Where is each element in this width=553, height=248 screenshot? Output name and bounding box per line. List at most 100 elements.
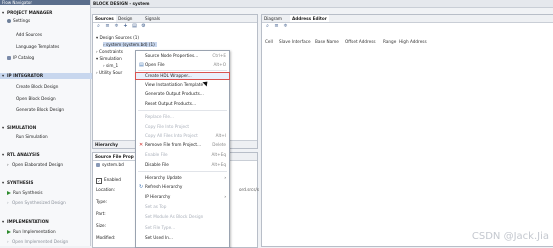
nav-generate-block-design[interactable]: Generate Block Design — [0, 107, 106, 113]
menu-set-module-as-block-design[interactable]: Set Module As Block Design — [136, 214, 229, 220]
prop-type-label: Type: — [96, 199, 108, 204]
nav-open-elaborated-label: Open Elaborated Design — [12, 162, 64, 167]
nav-project-manager[interactable]: ▾ PROJECT MANAGER — [0, 10, 92, 16]
add-icon[interactable]: + — [123, 24, 128, 29]
watermark: CSDN @Jack.Jia — [471, 231, 549, 242]
tree-simulation[interactable]: ▾ Simulation — [96, 56, 122, 61]
nav-run-simulation[interactable]: Run Simulation — [0, 134, 106, 140]
tab-diagram[interactable]: Diagram — [262, 15, 284, 22]
menu-item-label: Set as Top — [145, 204, 167, 209]
expand-all-icon[interactable]: ≑ — [114, 24, 119, 29]
menu-create-hdl-wrapper[interactable]: Create HDL Wrapper... — [135, 72, 230, 80]
tree-system-bd[interactable]: › system (system.bd) (1) — [103, 42, 157, 47]
menu-item-label: Hierarchy Update — [145, 175, 182, 180]
expand-all-icon[interactable]: ≑ — [283, 24, 288, 29]
nav-open-implemented[interactable]: › Open Implemented Design — [0, 239, 97, 245]
menu-item-shortcut: Alt+I — [215, 133, 226, 138]
menu-view-instantiation-template[interactable]: View Instantiation Template — [136, 82, 229, 88]
menu-hierarchy-update[interactable]: Hierarchy Update › — [136, 175, 229, 181]
nav-add-sources-label: Add Sources — [16, 32, 43, 37]
tab-design[interactable]: Design — [116, 15, 134, 22]
col-offset-address[interactable]: Offset Address — [345, 39, 376, 45]
nav-run-simulation-label: Run Simulation — [16, 134, 48, 139]
diagram-tabs: Diagram Address Editor — [262, 15, 553, 23]
nav-settings[interactable]: Settings — [0, 18, 97, 24]
nav-language-templates[interactable]: Language Templates — [0, 44, 106, 50]
menu-set-file-type[interactable]: Set File Type... — [136, 225, 229, 231]
prop-part-label: Part: — [96, 211, 106, 216]
nav-settings-label: Settings — [13, 18, 31, 23]
col-range[interactable]: Range — [383, 39, 396, 45]
menu-item-label: Copy File Into Project — [145, 124, 190, 129]
menu-open-file[interactable]: ▤ Open File Alt+O — [136, 62, 229, 68]
nav-rtl-analysis[interactable]: ▾ RTL ANALYSIS — [0, 152, 92, 158]
nav-open-implemented-label: Open Implemented Design — [12, 239, 69, 244]
menu-ip-hierarchy[interactable]: IP Hierarchy › — [136, 194, 229, 200]
menu-copy-file-into-project[interactable]: Copy File Into Project — [136, 124, 229, 130]
properties-icon[interactable]: ▤ — [132, 24, 137, 29]
nav-open-block-design[interactable]: Open Block Design — [0, 96, 106, 102]
nav-run-synthesis[interactable]: Run Synthesis — [0, 190, 97, 196]
tree-utility-sources[interactable]: › Utility Sour — [96, 70, 122, 75]
flow-navigator: Flow Navigator ▾ PROJECT MANAGER Settings… — [0, 0, 92, 246]
tree-design-sources[interactable]: ▾ Design Sources (1) — [96, 35, 139, 40]
nav-run-synthesis-label: Run Synthesis — [13, 190, 43, 195]
run-icon — [7, 191, 11, 195]
nav-open-synthesized[interactable]: › Open Synthesized Design — [0, 200, 97, 206]
nav-ip-catalog[interactable]: IP Catalog — [0, 55, 97, 61]
menu-refresh-hierarchy[interactable]: ↻ Refresh Hierarchy — [136, 184, 229, 190]
tab-address-editor[interactable]: Address Editor — [290, 15, 329, 22]
nav-simulation[interactable]: ▾ SIMULATION — [0, 125, 92, 131]
nav-run-implementation-label: Run Implementation — [13, 229, 56, 234]
nav-generate-block-design-label: Generate Block Design — [16, 107, 65, 112]
menu-generate-output-products[interactable]: Generate Output Products... — [136, 91, 229, 97]
tree-sim1-label: sim_1 — [106, 63, 119, 68]
sources-toolbar: ⌕ ≡ ≑ + ▤ ⚙ — [93, 23, 257, 30]
nav-create-block-design[interactable]: Create Block Design — [0, 84, 106, 90]
tab-hierarchy[interactable]: Hierarchy — [93, 142, 118, 147]
prop-location-label: Location: — [96, 187, 116, 192]
collapse-all-icon[interactable]: ≡ — [274, 24, 279, 29]
menu-item-label: Copy All Files Into Project — [145, 133, 198, 138]
checkbox-icon: ✓ — [96, 178, 102, 184]
enabled-checkbox[interactable]: ✓ Enabled — [96, 176, 121, 184]
menu-item-label: Set Used In... — [145, 235, 173, 240]
col-slave-interface[interactable]: Slave Interface — [279, 39, 311, 45]
nav-open-elaborated[interactable]: › Open Elaborated Design — [0, 162, 97, 168]
tree-sim1[interactable]: › sim_1 — [103, 63, 118, 68]
menu-reset-output-products[interactable]: Reset Output Products... — [136, 101, 229, 107]
nav-ip-integrator[interactable]: ▾ IP INTEGRATOR — [0, 73, 92, 79]
nav-synthesis[interactable]: ▾ SYNTHESIS — [0, 180, 92, 186]
tab-sources[interactable]: Sources — [93, 15, 116, 22]
menu-copy-all-files[interactable]: Copy All Files Into Project Alt+I — [136, 133, 229, 139]
menu-item-shortcut: Alt+O — [213, 62, 226, 67]
menu-separator — [138, 171, 227, 172]
menu-replace-file[interactable]: Replace File... — [136, 114, 229, 120]
prop-size-label: Size: — [96, 223, 107, 228]
menu-disable-file[interactable]: Disable File Alt+Eq — [136, 162, 229, 168]
search-icon[interactable]: ⌕ — [265, 24, 270, 29]
collapse-all-icon[interactable]: ≡ — [105, 24, 110, 29]
menu-set-used-in[interactable]: Set Used In... — [136, 235, 229, 241]
col-base-name[interactable]: Base Name — [315, 39, 339, 45]
nav-create-block-design-label: Create Block Design — [16, 84, 59, 89]
menu-source-node-properties[interactable]: Source Node Properties... Ctrl+E — [136, 53, 229, 59]
menu-item-shortcut: Alt+Eq — [211, 152, 226, 157]
col-cell[interactable]: Cell — [265, 39, 273, 45]
gear-icon — [7, 19, 11, 23]
menu-set-as-top[interactable]: Set as Top — [136, 204, 229, 210]
nav-rtl-analysis-label: RTL ANALYSIS — [7, 152, 40, 157]
search-icon[interactable]: ⌕ — [96, 24, 101, 29]
block-design-title-bar: BLOCK DESIGN - system — [91, 0, 553, 8]
nav-run-implementation[interactable]: Run Implementation — [0, 229, 97, 235]
menu-enable-file[interactable]: Enable File Alt+Eq — [136, 152, 229, 158]
menu-separator — [138, 110, 227, 111]
col-high-address[interactable]: High Address — [399, 39, 427, 45]
nav-add-sources[interactable]: Add Sources — [0, 32, 106, 38]
tab-signals[interactable]: Signals — [143, 15, 162, 22]
menu-remove-file[interactable]: ✕ Remove File from Project... Delete — [136, 142, 229, 148]
gear-icon[interactable]: ⚙ — [141, 24, 146, 29]
nav-implementation[interactable]: ▾ IMPLEMENTATION — [0, 219, 92, 225]
menu-item-label: Remove File from Project... — [145, 142, 202, 147]
tree-constraints[interactable]: › Constraints — [96, 49, 123, 54]
